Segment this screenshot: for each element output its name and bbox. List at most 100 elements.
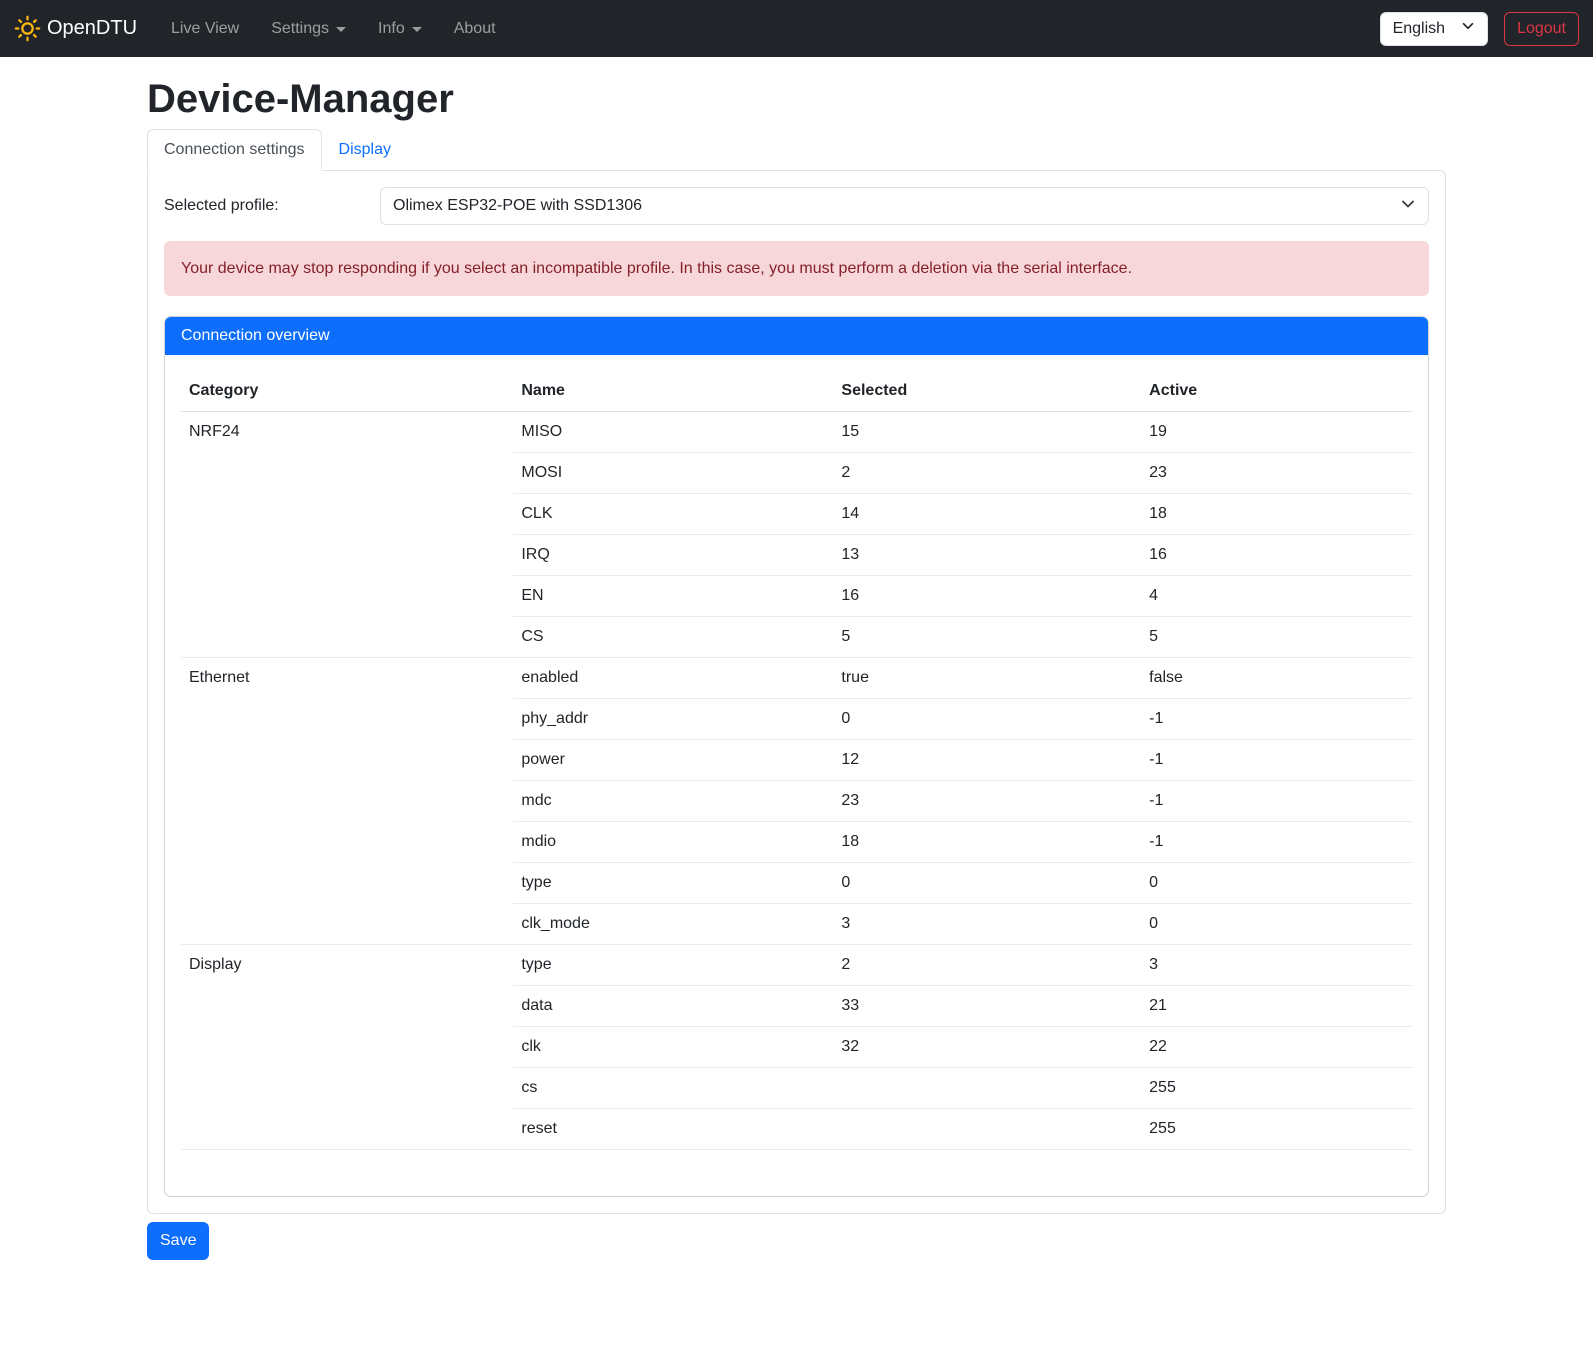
name-cell: IRQ: [513, 535, 833, 576]
page-title: Device-Manager: [147, 75, 1446, 123]
connection-overview-table: Category Name Selected Active NRF24MISO1…: [181, 371, 1412, 1150]
name-cell: CS: [513, 617, 833, 658]
active-cell: 255: [1141, 1068, 1412, 1109]
name-cell: enabled: [513, 658, 833, 699]
tab-connection-settings[interactable]: Connection settings: [147, 129, 322, 171]
name-cell: power: [513, 740, 833, 781]
table-row: Displaytype23: [181, 945, 1412, 986]
selected-profile-label: Selected profile:: [164, 197, 380, 215]
nav-links: Live View Settings Info About: [155, 12, 512, 46]
tab-bar: Connection settings Display: [147, 129, 1446, 171]
name-cell: phy_addr: [513, 699, 833, 740]
name-cell: clk_mode: [513, 904, 833, 945]
name-cell: reset: [513, 1109, 833, 1150]
save-button[interactable]: Save: [147, 1222, 209, 1260]
overview-table-body: NRF24MISO1519MOSI223CLK1418IRQ1316EN164C…: [181, 412, 1412, 1150]
chevron-down-icon: [1400, 196, 1416, 217]
name-cell: EN: [513, 576, 833, 617]
nav-item-live-view[interactable]: Live View: [155, 12, 255, 46]
profile-select[interactable]: Olimex ESP32-POE with SSD1306: [380, 187, 1429, 225]
table-row: NRF24MISO1519: [181, 412, 1412, 453]
nav-item-label: Settings: [271, 20, 329, 38]
name-cell: MOSI: [513, 453, 833, 494]
nav-item-about[interactable]: About: [438, 12, 512, 46]
selected-cell: 2: [833, 945, 1141, 986]
chevron-down-icon: [1461, 19, 1475, 38]
brand-label: OpenDTU: [47, 17, 137, 40]
active-cell: -1: [1141, 740, 1412, 781]
incompatible-profile-warning: Your device may stop responding if you s…: [164, 241, 1429, 296]
active-cell: 5: [1141, 617, 1412, 658]
active-cell: 0: [1141, 904, 1412, 945]
logout-button[interactable]: Logout: [1504, 12, 1579, 46]
active-cell: 18: [1141, 494, 1412, 535]
brand-link[interactable]: OpenDTU: [14, 15, 137, 42]
active-cell: false: [1141, 658, 1412, 699]
selected-cell: [833, 1109, 1141, 1150]
connection-overview-card: Connection overview Category Name Select…: [164, 316, 1429, 1197]
selected-profile-row: Selected profile: Olimex ESP32-POE with …: [164, 187, 1429, 225]
active-cell: 21: [1141, 986, 1412, 1027]
nav-item-label: Live View: [171, 20, 239, 38]
nav-item-label: About: [454, 20, 496, 38]
main-content: Device-Manager Connection settings Displ…: [147, 75, 1446, 1260]
table-header-row: Category Name Selected Active: [181, 371, 1412, 412]
selected-cell: 5: [833, 617, 1141, 658]
name-cell: mdio: [513, 822, 833, 863]
language-select[interactable]: English: [1380, 12, 1488, 46]
selected-cell: 18: [833, 822, 1141, 863]
active-cell: 16: [1141, 535, 1412, 576]
active-cell: -1: [1141, 781, 1412, 822]
nav-item-info[interactable]: Info: [362, 12, 438, 46]
caret-down-icon: [336, 27, 346, 32]
navbar: OpenDTU Live View Settings Info About En…: [0, 0, 1593, 57]
selected-cell: 0: [833, 863, 1141, 904]
selected-cell: 23: [833, 781, 1141, 822]
selected-cell: 3: [833, 904, 1141, 945]
column-header-category: Category: [181, 371, 513, 412]
name-cell: clk: [513, 1027, 833, 1068]
name-cell: MISO: [513, 412, 833, 453]
table-row: Ethernetenabledtruefalse: [181, 658, 1412, 699]
connection-overview-header: Connection overview: [165, 317, 1428, 355]
selected-cell: 32: [833, 1027, 1141, 1068]
active-cell: -1: [1141, 822, 1412, 863]
category-cell: Display: [181, 945, 513, 1150]
selected-cell: true: [833, 658, 1141, 699]
active-cell: 23: [1141, 453, 1412, 494]
name-cell: type: [513, 945, 833, 986]
column-header-selected: Selected: [833, 371, 1141, 412]
active-cell: -1: [1141, 699, 1412, 740]
sun-icon: [14, 15, 41, 42]
selected-cell: 0: [833, 699, 1141, 740]
connection-overview-body: Category Name Selected Active NRF24MISO1…: [165, 355, 1428, 1196]
name-cell: type: [513, 863, 833, 904]
caret-down-icon: [412, 27, 422, 32]
active-cell: 19: [1141, 412, 1412, 453]
name-cell: CLK: [513, 494, 833, 535]
nav-item-settings[interactable]: Settings: [255, 12, 362, 46]
active-cell: 0: [1141, 863, 1412, 904]
active-cell: 3: [1141, 945, 1412, 986]
language-select-value: English: [1393, 20, 1445, 38]
name-cell: cs: [513, 1068, 833, 1109]
active-cell: 4: [1141, 576, 1412, 617]
column-header-name: Name: [513, 371, 833, 412]
selected-cell: 2: [833, 453, 1141, 494]
tab-display[interactable]: Display: [322, 129, 408, 171]
category-cell: Ethernet: [181, 658, 513, 945]
tab-content-panel: Selected profile: Olimex ESP32-POE with …: [147, 170, 1446, 1214]
selected-cell: 15: [833, 412, 1141, 453]
navbar-right: English Logout: [1380, 12, 1579, 46]
profile-select-value: Olimex ESP32-POE with SSD1306: [393, 197, 642, 215]
column-header-active: Active: [1141, 371, 1412, 412]
category-cell: NRF24: [181, 412, 513, 658]
selected-cell: [833, 1068, 1141, 1109]
selected-cell: 12: [833, 740, 1141, 781]
active-cell: 22: [1141, 1027, 1412, 1068]
selected-cell: 16: [833, 576, 1141, 617]
selected-cell: 14: [833, 494, 1141, 535]
name-cell: mdc: [513, 781, 833, 822]
selected-cell: 33: [833, 986, 1141, 1027]
active-cell: 255: [1141, 1109, 1412, 1150]
